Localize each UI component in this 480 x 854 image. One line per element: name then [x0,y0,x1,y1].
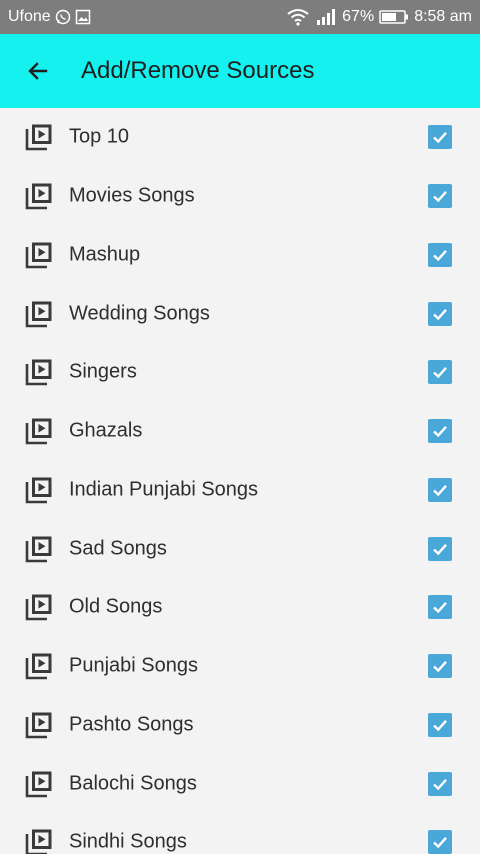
checkmark-icon [433,191,447,203]
status-bar-left: Ufone [8,8,91,26]
arrow-left-icon [28,62,48,80]
video-library-icon [25,300,53,328]
source-checkbox[interactable] [428,184,452,209]
source-label: Punjabi Songs [69,654,198,677]
source-row[interactable]: Indian Punjabi Songs [0,461,480,520]
source-row[interactable]: Ghazals [0,402,480,461]
wifi-icon [286,8,310,26]
source-label: Indian Punjabi Songs [69,478,259,501]
video-library-icon [25,711,53,739]
source-label: Old Songs [69,595,163,618]
video-library-icon [25,358,53,386]
source-checkbox[interactable] [428,125,452,150]
video-library-icon [25,535,53,563]
source-row[interactable]: Sindhi Songs [0,813,480,854]
checkmark-icon [433,249,447,262]
checkmark-icon [433,602,447,614]
source-label: Mashup [69,243,141,266]
source-label: Movies Songs [69,184,195,207]
source-row[interactable]: Sad Songs [0,519,480,578]
source-label: Balochi Songs [69,772,197,795]
battery-icon [379,9,409,25]
checkmark-icon [433,837,447,849]
source-row[interactable]: Wedding Songs [0,284,480,343]
video-library-icon [25,476,53,504]
carrier-name: Ufone [8,8,51,25]
checkmark-icon [433,426,447,438]
source-label: Pashto Songs [69,713,194,736]
source-checkbox[interactable] [428,477,452,502]
source-checkbox[interactable] [428,536,452,561]
source-checkbox[interactable] [428,771,452,796]
source-checkbox[interactable] [428,360,452,385]
source-row[interactable]: Old Songs [0,578,480,637]
video-library-icon [25,417,53,445]
source-row[interactable]: Movies Songs [0,167,480,226]
source-label: Singers [69,360,137,383]
checkmark-icon [433,132,447,144]
source-label: Top 10 [69,125,130,148]
source-row[interactable]: Top 10 [0,108,480,167]
battery-percent: 67% [342,8,375,25]
checkmark-icon [433,543,447,555]
status-bar: Ufone 67% 8:58 am [0,0,480,34]
image-icon [75,9,91,25]
back-button[interactable] [18,51,58,91]
source-checkbox[interactable] [428,654,452,679]
source-row[interactable]: Pashto Songs [0,696,480,755]
video-library-icon [25,770,53,798]
checkmark-icon [433,661,447,673]
source-checkbox[interactable] [428,830,452,854]
source-checkbox[interactable] [428,242,452,267]
status-bar-right: 67% 8:58 am [286,8,472,26]
clock: 8:58 am [414,8,472,25]
whatsapp-icon [55,9,71,25]
app-bar: Add/Remove Sources [0,34,480,108]
source-row[interactable]: Punjabi Songs [0,637,480,696]
checkmark-icon [433,719,447,732]
source-checkbox[interactable] [428,712,452,737]
video-library-icon [25,182,53,210]
checkmark-icon [433,308,447,320]
video-library-icon [25,652,53,680]
source-row[interactable]: Mashup [0,226,480,285]
source-checkbox[interactable] [428,301,452,326]
source-checkbox[interactable] [428,595,452,620]
source-label: Wedding Songs [69,302,210,325]
source-row[interactable]: Balochi Songs [0,754,480,813]
source-list: Top 10 Movies Songs Mashup Wedding Songs Sin… [0,108,480,854]
source-label: Sad Songs [69,537,167,560]
checkmark-icon [433,484,447,497]
source-label: Ghazals [69,419,143,442]
checkmark-icon [433,778,447,790]
checkmark-icon [433,367,447,379]
video-library-icon [25,593,53,621]
page-title: Add/Remove Sources [81,57,315,84]
source-row[interactable]: Singers [0,343,480,402]
video-library-icon [25,123,53,151]
video-library-icon [25,828,53,854]
source-label: Sindhi Songs [69,830,187,853]
signal-icon [315,8,337,26]
source-checkbox[interactable] [428,419,452,444]
video-library-icon [25,241,53,269]
